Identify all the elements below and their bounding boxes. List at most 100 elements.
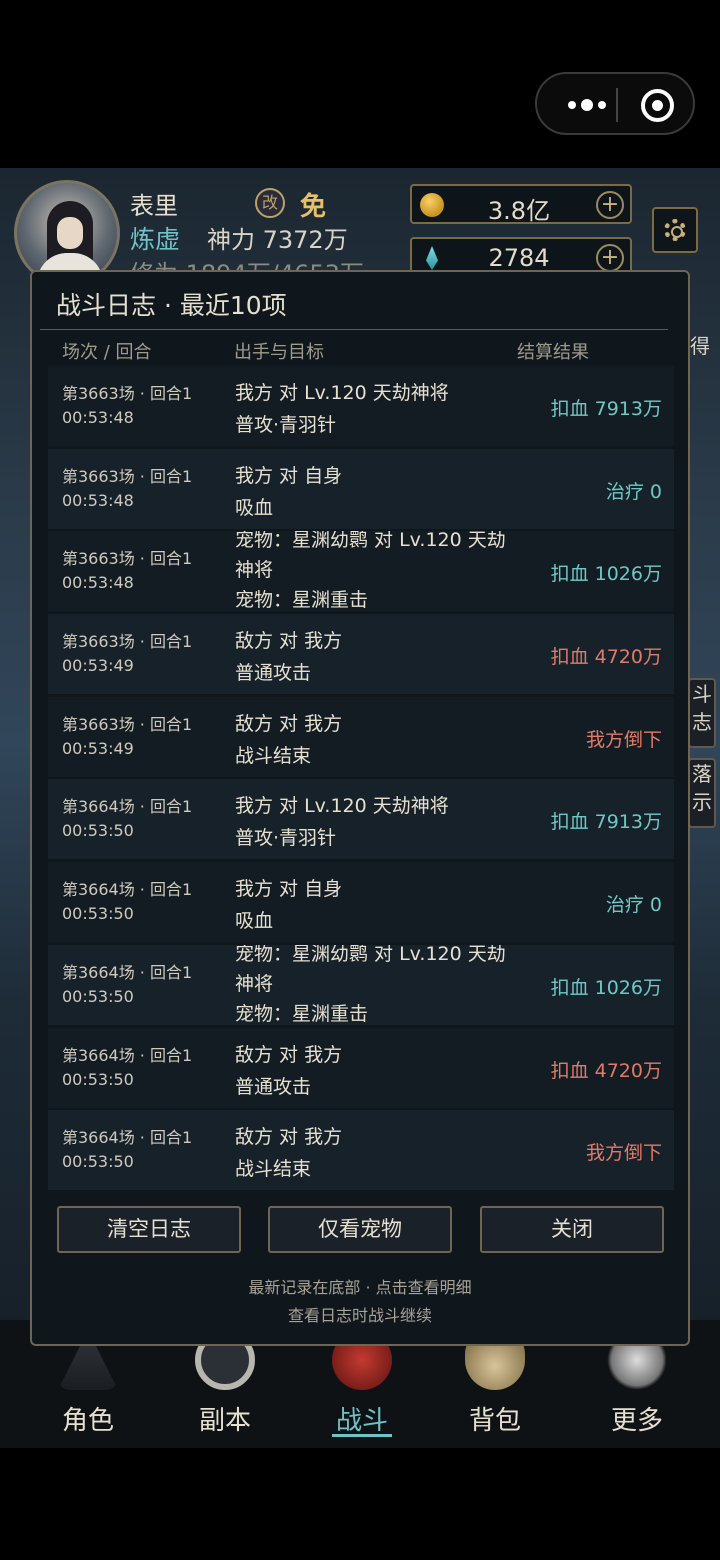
action-text: 敌方 对 我方 — [235, 1043, 343, 1066]
battle-log-modal: 战斗日志 · 最近10项 场次 / 回合 出手与目标 结算结果 第3663场 ·… — [30, 270, 690, 1346]
timestamp: 00:53:49 — [62, 656, 134, 676]
mini-program-capsule — [535, 72, 695, 135]
action-text: 敌方 对 我方 — [235, 1126, 343, 1149]
round-label: 第3664场 · 回合1 — [62, 1128, 193, 1148]
result-value: 治疗 0 — [605, 480, 662, 503]
column-header-result: 结算结果 — [517, 342, 589, 363]
timestamp: 00:53:50 — [62, 904, 134, 924]
skill-text: 吸血 — [235, 496, 274, 519]
round-label: 第3663场 · 回合1 — [62, 549, 193, 569]
timestamp: 00:53:50 — [62, 821, 134, 841]
top-bar — [0, 0, 720, 168]
skill-text: 战斗结束 — [235, 1158, 312, 1181]
log-row[interactable]: 第3663场 · 回合1 00:53:49 敌方 对 我方 战斗结束 我方倒下 — [48, 696, 674, 777]
result-value: 扣血 4720万 — [550, 1059, 662, 1082]
timestamp: 00:53:48 — [62, 573, 134, 593]
action-text: 我方 对 自身 — [235, 464, 343, 487]
footer-hint: 最新记录在底部 · 点击查看明细 — [248, 1278, 472, 1297]
log-row[interactable]: 第3664场 · 回合1 00:53:50 宠物：星渊幼鹮 对 Lv.120 天… — [48, 944, 674, 1025]
capsule-divider — [616, 88, 618, 122]
timestamp: 00:53:48 — [62, 490, 134, 510]
rename-badge[interactable]: 改 — [255, 188, 285, 218]
bottom-safe-area — [0, 1448, 720, 1560]
footer-note: 查看日志时战斗继续 — [287, 1306, 432, 1325]
skill-text: 普攻·青羽针 — [235, 414, 337, 436]
settings-button[interactable] — [652, 207, 698, 253]
battle-log-list: 第3663场 · 回合1 00:53:48 我方 对 Lv.120 天劫神将 普… — [48, 366, 674, 1193]
result-value: 扣血 7913万 — [550, 398, 662, 420]
log-row[interactable]: 第3664场 · 回合1 00:53:50 我方 对 Lv.120 天劫神将 普… — [48, 779, 674, 860]
close-miniprogram-icon[interactable] — [641, 89, 674, 122]
action-text: 宠物：星渊幼鹮 对 Lv.120 天劫 — [235, 531, 506, 552]
skill-text: 宠物：星渊重击 — [235, 1002, 369, 1025]
result-value: 扣血 1026万 — [550, 563, 662, 586]
skill-text: 宠物：星渊重击 — [235, 589, 369, 612]
modal-title: 战斗日志 · 最近10项 — [56, 291, 287, 320]
skill-text: 普攻·青羽针 — [235, 827, 337, 850]
nav-dungeon-label: 副本 — [198, 1406, 251, 1436]
action-text: 敌方 对 我方 — [235, 712, 343, 735]
close-button[interactable]: 关闭 — [480, 1206, 664, 1253]
nav-battle-label: 战斗 — [335, 1406, 388, 1436]
side-tab-drop[interactable]: 落示 — [688, 758, 716, 828]
result-value: 扣血 4720万 — [550, 646, 662, 669]
result-value: 扣血 1026万 — [550, 976, 662, 999]
gold-value: 3.8亿 — [487, 197, 551, 225]
action-text: 敌方 对 我方 — [235, 630, 343, 653]
log-row[interactable]: 第3663场 · 回合1 00:53:48 我方 对 自身 吸血 治疗 0 — [48, 448, 674, 529]
round-label: 第3664场 · 回合1 — [62, 962, 193, 982]
round-label: 第3664场 · 回合1 — [62, 797, 193, 817]
result-value: 扣血 7913万 — [550, 811, 662, 834]
round-label: 第3664场 · 回合1 — [62, 1045, 193, 1065]
round-label: 第3663场 · 回合1 — [62, 466, 193, 486]
nav-more-label: 更多 — [610, 1406, 663, 1436]
character-name: 表里 — [130, 192, 178, 220]
skill-text: 普通攻击 — [235, 662, 312, 685]
action-text: 我方 对 自身 — [235, 878, 343, 901]
clear-log-button[interactable]: 清空日志 — [57, 1206, 241, 1253]
title-divider — [40, 329, 668, 330]
skill-text: 吸血 — [235, 910, 274, 933]
action-text: 我方 对 Lv.120 天劫神将 — [235, 795, 449, 818]
log-row[interactable]: 第3664场 · 回合1 00:53:50 我方 对 自身 吸血 治疗 0 — [48, 862, 674, 943]
column-header-round: 场次 / 回合 — [62, 342, 152, 363]
log-row[interactable]: 第3663场 · 回合1 00:53:48 宠物：星渊幼鹮 对 Lv.120 天… — [48, 531, 674, 612]
crystal-icon — [420, 246, 444, 270]
timestamp: 00:53:48 — [62, 408, 134, 427]
skill-text: 普通攻击 — [235, 1075, 312, 1098]
log-row[interactable]: 第3664场 · 回合1 00:53:50 敌方 对 我方 普通攻击 扣血 47… — [48, 1027, 674, 1108]
target-text: 神将 — [235, 559, 274, 582]
round-label: 第3663场 · 回合1 — [62, 714, 193, 734]
log-row[interactable]: 第3664场 · 回合1 00:53:50 敌方 对 我方 战斗结束 我方倒下 — [48, 1110, 674, 1191]
nav-role-label: 角色 — [61, 1406, 114, 1436]
add-crystal-button[interactable]: + — [596, 244, 624, 272]
column-header-action: 出手与目标 — [234, 342, 324, 363]
action-text: 宠物：星渊幼鹮 对 Lv.120 天劫 — [235, 944, 506, 965]
skill-text: 战斗结束 — [235, 744, 312, 767]
round-label: 第3663场 · 回合1 — [62, 632, 193, 652]
round-label: 第3663场 · 回合1 — [62, 384, 193, 403]
active-tab-underline — [332, 1434, 392, 1437]
log-row[interactable]: 第3663场 · 回合1 00:53:48 我方 对 Lv.120 天劫神将 普… — [48, 366, 674, 446]
timestamp: 00:53:49 — [62, 738, 134, 758]
crystal-value: 2784 — [488, 244, 550, 272]
nav-bag-label: 背包 — [468, 1406, 521, 1436]
timestamp: 00:53:50 — [62, 1069, 134, 1089]
side-tab-battle-log[interactable]: 斗志 — [688, 678, 716, 748]
result-value: 我方倒下 — [585, 728, 662, 751]
log-row[interactable]: 第3663场 · 回合1 00:53:49 敌方 对 我方 普通攻击 扣血 47… — [48, 614, 674, 695]
free-badge: 免 — [300, 192, 327, 222]
result-value: 我方倒下 — [585, 1142, 662, 1165]
power-value: 神力 7372万 — [207, 226, 348, 254]
add-gold-button[interactable]: + — [596, 191, 624, 219]
gear-icon — [664, 219, 686, 241]
timestamp: 00:53:50 — [62, 1152, 134, 1172]
gold-resource: 3.8亿 + — [410, 184, 632, 225]
side-label: 得 — [690, 334, 710, 358]
round-label: 第3664场 · 回合1 — [62, 880, 193, 900]
target-text: 神将 — [235, 972, 274, 995]
more-options-icon[interactable] — [557, 94, 617, 116]
action-text: 我方 对 Lv.120 天劫神将 — [235, 382, 449, 404]
realm-label: 炼虚 — [130, 225, 181, 254]
pet-only-button[interactable]: 仅看宠物 — [268, 1206, 452, 1253]
